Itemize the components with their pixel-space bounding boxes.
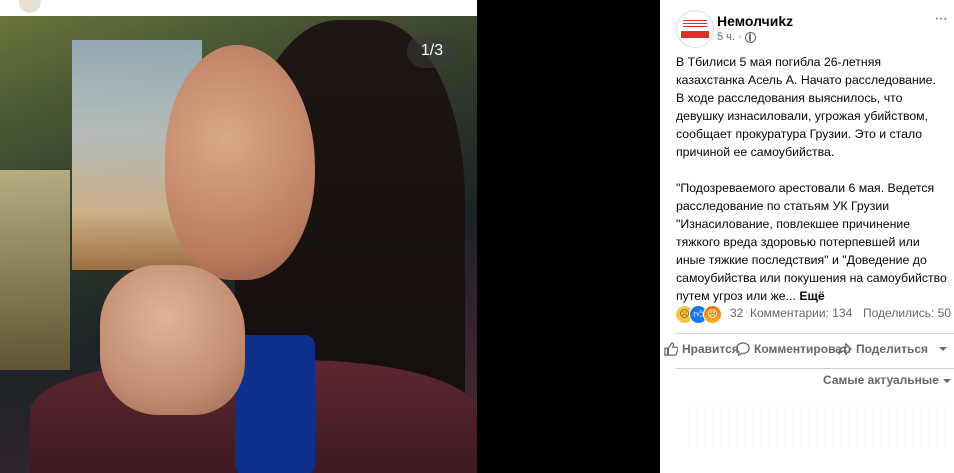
page-name[interactable]: Немолчиkz — [717, 13, 793, 29]
comment-bubble-icon — [736, 342, 750, 356]
post-meta: 5 ч. · — [717, 31, 756, 43]
more-options-icon[interactable]: ··· — [934, 10, 954, 28]
post-line: "Подозреваемого арестовали 6 мая. Ведетс… — [676, 181, 935, 195]
comment-placeholder — [682, 405, 952, 450]
post-text: В Тбилиси 5 мая погибла 26-летняя казахс… — [676, 53, 954, 323]
reaction-icons[interactable]: ☹ 👍︎ 😠︎ — [675, 305, 722, 324]
post-line: девушку изнасиловали, угрожая убийством, — [676, 109, 929, 123]
post-line: казахстанка Асель А. Начато расследовани… — [676, 73, 936, 87]
thumbs-up-icon — [664, 342, 678, 356]
post-line-text: путем угроз или же... — [676, 289, 796, 303]
post-time[interactable]: 5 ч. — [717, 31, 735, 43]
comments-count[interactable]: Комментарии: 134 — [750, 306, 852, 320]
post-line: причиной ее самоубийства. — [676, 145, 835, 159]
see-more-link[interactable]: Ещё — [799, 289, 824, 303]
viewer-background — [477, 0, 660, 473]
like-button[interactable]: Нравится — [664, 342, 739, 356]
post-paragraph-1: В Тбилиси 5 мая погибла 26-летняя казахс… — [676, 53, 954, 161]
chevron-down-icon — [943, 378, 952, 383]
reactions-count[interactable]: 32 — [730, 306, 743, 320]
divider — [676, 368, 954, 369]
post-line: В Тбилиси 5 мая погибла 26-летняя — [676, 55, 882, 69]
separator-dot: · — [737, 31, 742, 43]
chevron-down-icon[interactable] — [938, 344, 948, 354]
like-label: Нравится — [682, 342, 739, 356]
comment-sort-dropdown[interactable]: Самые актуальные — [823, 373, 952, 387]
photo-top-strip — [0, 0, 477, 16]
post-side-panel: Немолчиkz 5 ч. · ··· В Тбилиси 5 мая пог… — [660, 0, 954, 473]
globe-icon — [744, 31, 756, 43]
page-avatar[interactable] — [676, 10, 714, 48]
sort-label: Самые актуальные — [823, 373, 939, 387]
post-line: "Изнасилование, повлекшее причинение — [676, 217, 911, 231]
post-actions: Нравится Комментировать Поделиться — [660, 342, 954, 362]
post-line: тяжкого вреда здоровью потерпевшей или — [676, 235, 920, 249]
shares-count[interactable]: Поделились: 50 — [863, 306, 951, 320]
photo-counter: 1/3 — [407, 34, 457, 68]
post-line: иные тяжкие последствия" и "Доведение до — [676, 253, 927, 267]
share-button[interactable]: Поделиться — [838, 342, 948, 356]
post-line: самоубийства или покушения на самоубийст… — [676, 271, 947, 285]
comment-label: Комментировать — [754, 342, 850, 356]
post-line: сообщает прокуратура Грузии. Это и стало — [676, 127, 923, 141]
divider — [676, 333, 954, 334]
comment-button[interactable]: Комментировать — [736, 342, 850, 356]
share-label: Поделиться — [856, 342, 929, 356]
angry-reaction-icon: 😠︎ — [703, 305, 722, 324]
photo-background-light — [0, 170, 70, 370]
post-photo[interactable]: 1/3 — [0, 0, 477, 473]
post-paragraph-2: "Подозреваемого арестовали 6 мая. Ведетс… — [676, 179, 954, 305]
post-line: В ходе расследования выяснилось, что — [676, 91, 903, 105]
photo-shirt — [235, 335, 315, 473]
share-arrow-icon — [838, 342, 852, 356]
photo-hands — [100, 265, 245, 415]
post-line: путем угроз или же... Ещё — [676, 287, 954, 305]
post-line: расследование по статьям УК Грузии — [676, 199, 890, 213]
